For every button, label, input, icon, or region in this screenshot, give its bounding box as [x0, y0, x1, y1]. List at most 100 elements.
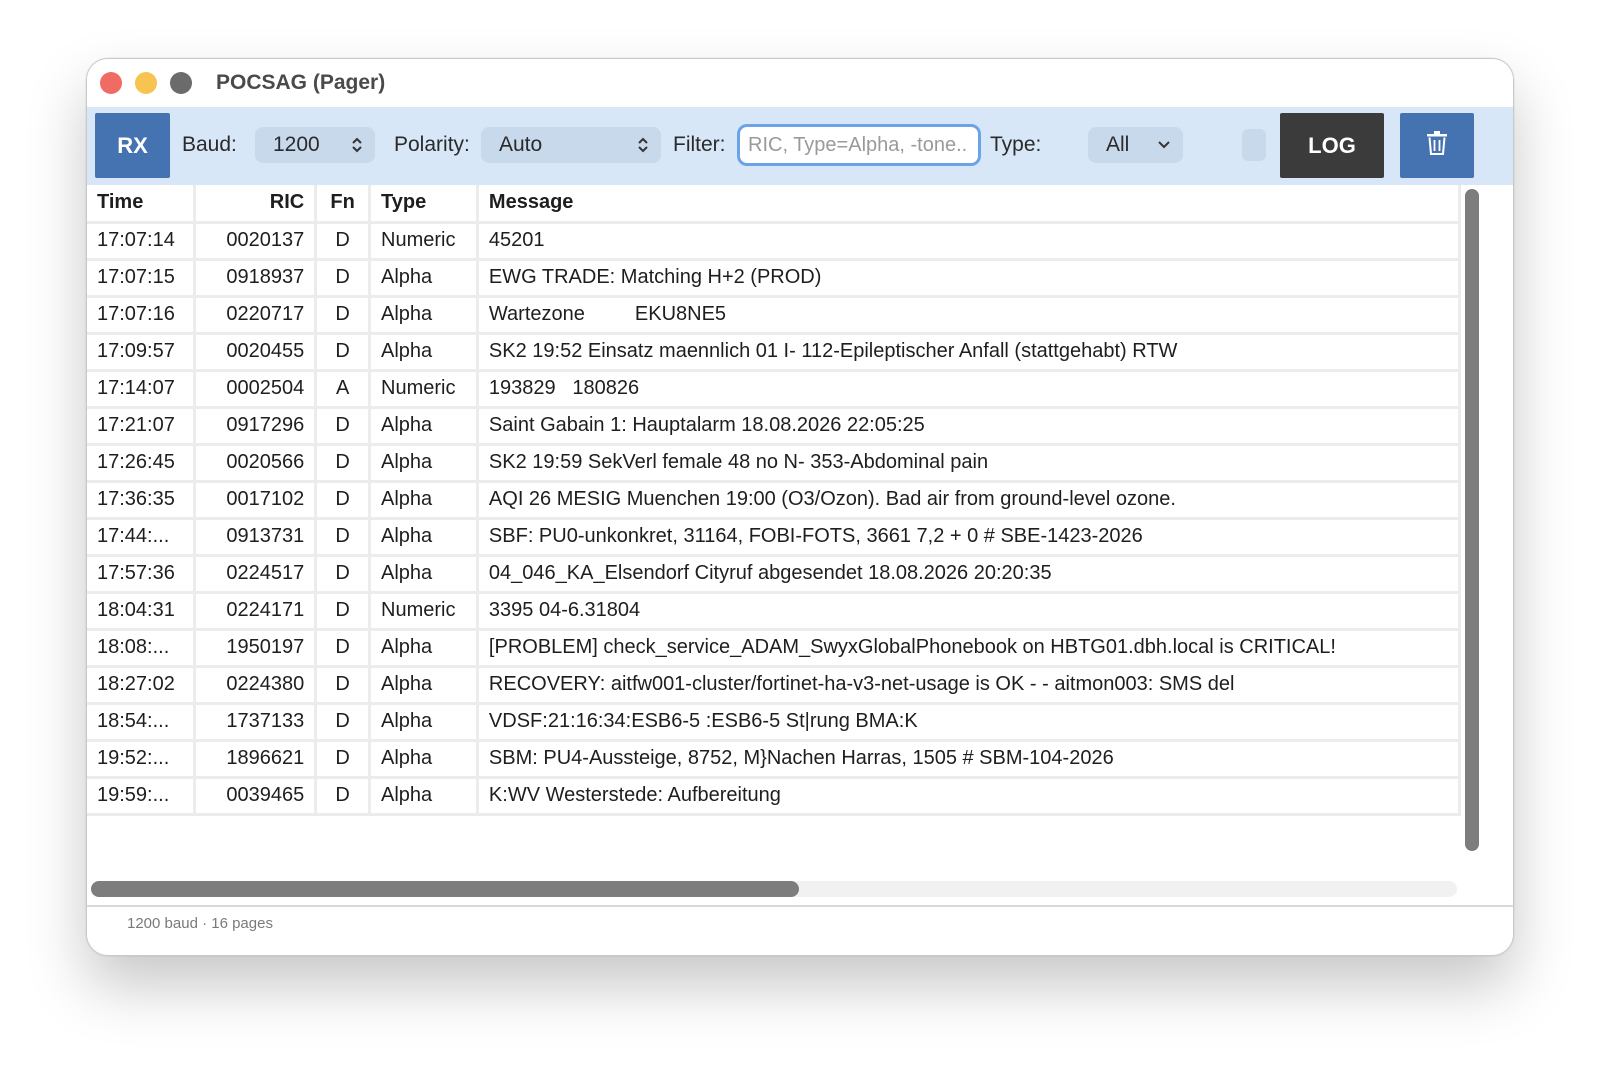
cell-ric: 0002504	[194, 370, 318, 409]
vertical-scrollbar-thumb[interactable]	[1465, 189, 1479, 851]
cell-fn: D	[315, 407, 372, 446]
cell-type: Alpha	[369, 666, 479, 705]
log-button[interactable]: LOG	[1280, 113, 1384, 178]
chevron-down-icon	[1157, 127, 1171, 163]
status-text: 1200 baud · 16 pages	[127, 915, 273, 932]
cell-fn: D	[315, 777, 372, 816]
table-row[interactable]: 17:07:14 0020137 D Numeric 45201	[87, 222, 1461, 261]
cell-fn: A	[315, 370, 372, 409]
horizontal-scrollbar-thumb[interactable]	[91, 881, 799, 897]
table-row[interactable]: 17:21:07 0917296 D Alpha Saint Gabain 1: Hau…	[87, 407, 1461, 446]
table-row[interactable]: 18:08:... 1950197 D Alpha [PROBLEM] check_se…	[87, 629, 1461, 668]
table-row[interactable]: 17:26:45 0020566 D Alpha SK2 19:59 SekVerl f…	[87, 444, 1461, 483]
cell-time: 17:07:16	[87, 296, 197, 335]
cell-time: 18:08:...	[87, 629, 197, 668]
cell-time: 17:26:45	[87, 444, 197, 483]
title-bar: POCSAG (Pager)	[87, 59, 1513, 107]
cell-ric: 1896621	[194, 740, 318, 779]
cell-message: 193829 180826	[477, 370, 1461, 409]
cell-type: Numeric	[369, 592, 479, 631]
status-bar: 1200 baud · 16 pages	[87, 905, 1513, 955]
cell-fn: D	[315, 481, 372, 520]
polarity-select[interactable]: Auto	[481, 127, 661, 163]
toolbar: RX Baud: 1200 Polarity: Auto Filter: Typ…	[87, 107, 1513, 185]
horizontal-scrollbar[interactable]	[91, 881, 1457, 897]
column-header-message[interactable]: Message	[477, 185, 1461, 224]
table-row[interactable]: 17:07:16 0220717 D Alpha Wartezone EKU8NE5	[87, 296, 1461, 335]
trash-icon	[1426, 130, 1448, 161]
table-row[interactable]: 18:54:... 1737133 D Alpha VDSF:21:16:34:ESB6…	[87, 703, 1461, 742]
cell-type: Alpha	[369, 407, 479, 446]
table-row[interactable]: 18:04:31 0224171 D Numeric 3395 04-6.31804	[87, 592, 1461, 631]
cell-fn: D	[315, 333, 372, 372]
filter-input[interactable]	[737, 124, 981, 166]
vertical-scrollbar[interactable]	[1463, 185, 1481, 877]
cell-type: Numeric	[369, 370, 479, 409]
cell-time: 17:21:07	[87, 407, 197, 446]
baud-label: Baud:	[182, 133, 237, 156]
maximize-window-button[interactable]	[170, 72, 192, 94]
cell-message: Saint Gabain 1: Hauptalarm 18.08.2026 22…	[477, 407, 1461, 446]
filter-label: Filter:	[673, 133, 726, 156]
cell-time: 17:07:14	[87, 222, 197, 261]
table-row[interactable]: 18:27:02 0224380 D Alpha RECOVERY: aitfw001-…	[87, 666, 1461, 705]
cell-ric: 0220717	[194, 296, 318, 335]
minimize-window-button[interactable]	[135, 72, 157, 94]
baud-select-value: 1200	[273, 133, 320, 156]
cell-type: Numeric	[369, 222, 479, 261]
type-select-value: All	[1106, 133, 1130, 156]
cell-fn: D	[315, 296, 372, 335]
cell-fn: D	[315, 518, 372, 557]
rx-button[interactable]: RX	[95, 113, 170, 178]
cell-ric: 0039465	[194, 777, 318, 816]
cell-fn: D	[315, 592, 372, 631]
table-row[interactable]: 17:57:36 0224517 D Alpha 04_046_KA_Elsendorf…	[87, 555, 1461, 594]
cell-message: AQI 26 MESIG Muenchen 19:00 (O3/Ozon). B…	[477, 481, 1461, 520]
updown-chevron-icon	[637, 127, 649, 163]
cell-type: Alpha	[369, 703, 479, 742]
table-row[interactable]: 17:44:... 0913731 D Alpha SBF: PU0-unkonkret…	[87, 518, 1461, 557]
type-select[interactable]: All	[1088, 127, 1183, 163]
baud-select[interactable]: 1200	[255, 127, 375, 163]
polarity-select-value: Auto	[499, 133, 543, 156]
cell-time: 18:04:31	[87, 592, 197, 631]
column-header-ric[interactable]: RIC	[194, 185, 318, 224]
polarity-label: Polarity:	[394, 133, 470, 156]
cell-message: 04_046_KA_Elsendorf Cityruf abgesendet 1…	[477, 555, 1461, 594]
toggle-button[interactable]	[1242, 129, 1266, 161]
cell-message: SK2 19:59 SekVerl female 48 no N- 353-Ab…	[477, 444, 1461, 483]
cell-type: Alpha	[369, 333, 479, 372]
cell-fn: D	[315, 666, 372, 705]
cell-message: SK2 19:52 Einsatz maennlich 01 I- 112-Ep…	[477, 333, 1461, 372]
cell-type: Alpha	[369, 444, 479, 483]
cell-ric: 0017102	[194, 481, 318, 520]
table-row[interactable]: 17:14:07 0002504 A Numeric 193829 180826	[87, 370, 1461, 409]
messages-table-area: Time RIC Fn Type Message 17:07:14 0020137…	[87, 185, 1461, 853]
column-header-fn[interactable]: Fn	[315, 185, 372, 224]
table-row[interactable]: 19:59:... 0039465 D Alpha K:WV Westerstede: …	[87, 777, 1461, 816]
table-row[interactable]: 19:52:... 1896621 D Alpha SBM: PU4-Aussteige…	[87, 740, 1461, 779]
table-row[interactable]: 17:36:35 0017102 D Alpha AQI 26 MESIG Muench…	[87, 481, 1461, 520]
column-header-time[interactable]: Time	[87, 185, 197, 224]
table-header-row: Time RIC Fn Type Message	[87, 185, 1461, 224]
cell-message: [PROBLEM] check_service_ADAM_SwyxGlobalP…	[477, 629, 1461, 668]
cell-message: EWG TRADE: Matching H+2 (PROD)	[477, 259, 1461, 298]
cell-ric: 1737133	[194, 703, 318, 742]
cell-fn: D	[315, 629, 372, 668]
column-header-type[interactable]: Type	[369, 185, 479, 224]
table-row[interactable]: 17:07:15 0918937 D Alpha EWG TRADE: Matching…	[87, 259, 1461, 298]
cell-ric: 0224171	[194, 592, 318, 631]
cell-ric: 0020137	[194, 222, 318, 261]
cell-time: 17:09:57	[87, 333, 197, 372]
cell-message: SBF: PU0-unkonkret, 31164, FOBI-FOTS, 36…	[477, 518, 1461, 557]
cell-type: Alpha	[369, 555, 479, 594]
cell-ric: 0224380	[194, 666, 318, 705]
cell-time: 17:07:15	[87, 259, 197, 298]
cell-type: Alpha	[369, 518, 479, 557]
close-window-button[interactable]	[100, 72, 122, 94]
clear-button[interactable]	[1400, 113, 1474, 178]
cell-time: 17:44:...	[87, 518, 197, 557]
cell-type: Alpha	[369, 259, 479, 298]
cell-ric: 0020566	[194, 444, 318, 483]
table-row[interactable]: 17:09:57 0020455 D Alpha SK2 19:52 Einsatz m…	[87, 333, 1461, 372]
